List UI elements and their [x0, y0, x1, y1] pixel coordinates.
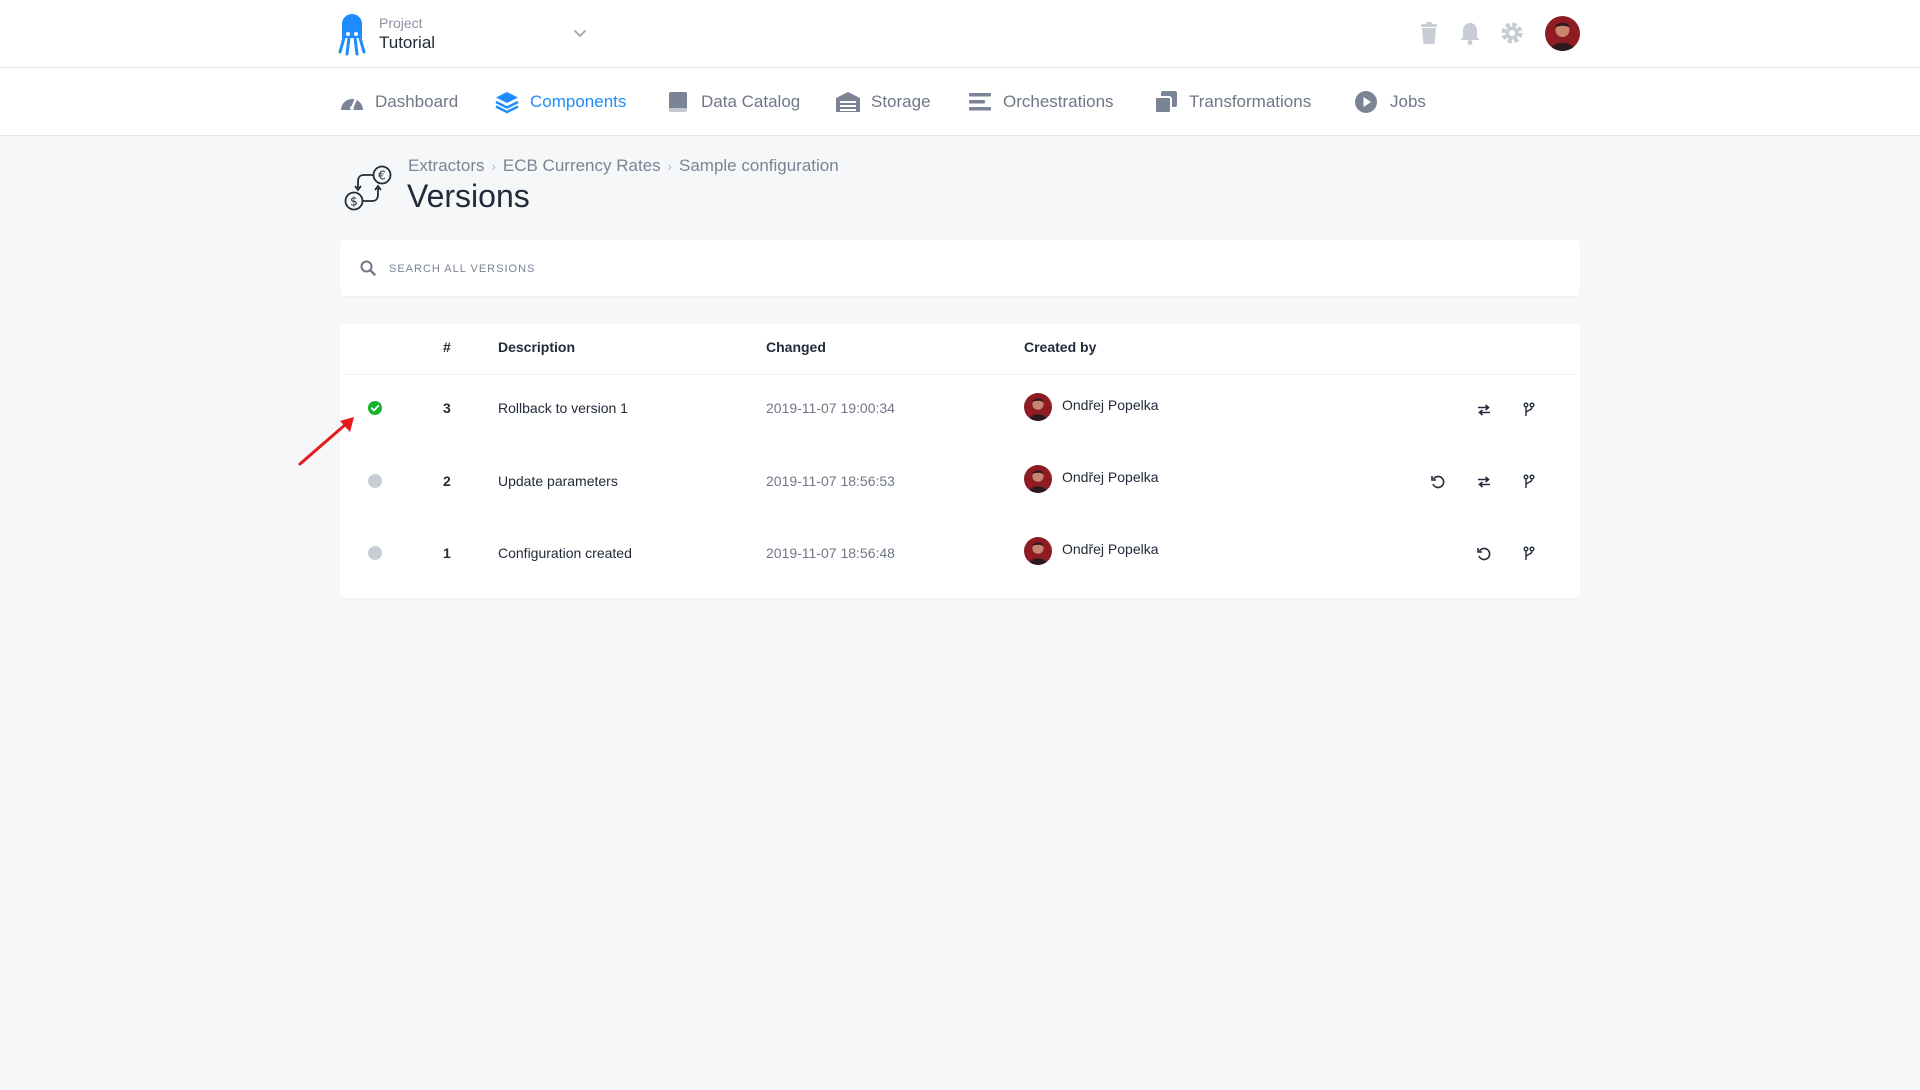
layers-icon [495, 92, 519, 114]
search-input[interactable] [387, 254, 1541, 284]
column-header-description: Description [498, 339, 576, 355]
main-navigation [0, 68, 1920, 136]
column-header-number: # [443, 339, 451, 355]
gear-icon[interactable] [1499, 20, 1525, 46]
nav-storage-label: Storage [871, 92, 931, 111]
play-circle-icon [1355, 91, 1377, 113]
keboola-logo-icon[interactable] [338, 12, 366, 56]
warehouse-icon [836, 92, 860, 112]
column-header-changed: Changed [766, 339, 826, 355]
nav-dashboard-label: Dashboard [375, 92, 459, 111]
breadcrumb-ecb-currency-rates[interactable]: ECB Currency Rates [503, 156, 661, 176]
breadcrumb-sample-configuration[interactable]: Sample configuration [679, 156, 839, 176]
avatar [1024, 465, 1052, 493]
version-description: Configuration created [498, 545, 632, 561]
user-avatar[interactable] [1545, 16, 1580, 51]
bars-icon [969, 93, 991, 111]
nav-data-catalog-label: Data Catalog [701, 92, 801, 111]
project-name[interactable]: Tutorial [379, 33, 435, 53]
version-number: 2 [443, 473, 451, 489]
version-author: Ondřej Popelka [1062, 397, 1159, 413]
svg-text:$: $ [350, 195, 358, 209]
version-changed: 2019-11-07 18:56:53 [766, 473, 895, 489]
compare-icon[interactable] [1476, 402, 1492, 418]
nav-transformations[interactable]: Transformations [1153, 90, 1311, 114]
current-version-check-icon [368, 401, 382, 415]
table-header-divider [345, 374, 1575, 375]
version-author: Ondřej Popelka [1062, 469, 1159, 485]
nav-jobs[interactable]: Jobs [1354, 90, 1426, 114]
branch-icon[interactable] [1521, 546, 1537, 562]
compare-icon[interactable] [1476, 474, 1492, 490]
page-title: Versions [407, 178, 530, 214]
search-box [340, 240, 1580, 296]
version-changed: 2019-11-07 19:00:34 [766, 400, 895, 416]
nav-orchestrations-label: Orchestrations [1003, 92, 1114, 111]
version-changed: 2019-11-07 18:56:48 [766, 545, 895, 561]
breadcrumb: Extractors › ECB Currency Rates › Sample… [408, 156, 839, 176]
annotation-arrow-icon [298, 417, 354, 466]
version-description: Update parameters [498, 473, 618, 489]
nav-jobs-label: Jobs [1390, 92, 1426, 111]
avatar [1024, 393, 1052, 421]
search-icon [360, 260, 376, 276]
dashboard-icon [341, 97, 363, 110]
version-description: Rollback to version 1 [498, 400, 628, 416]
nav-data-catalog[interactable]: Data Catalog [665, 90, 800, 114]
nav-components-label: Components [530, 92, 627, 111]
trash-icon[interactable] [1416, 20, 1442, 46]
project-label: Project [379, 15, 423, 31]
chevron-right-icon: › [667, 158, 672, 174]
nav-storage[interactable]: Storage [835, 90, 931, 114]
currency-exchange-icon: € $ [344, 165, 392, 211]
chevron-down-icon[interactable] [572, 25, 588, 41]
rollback-icon[interactable] [1430, 474, 1446, 490]
book-icon [669, 92, 687, 112]
column-header-created-by: Created by [1024, 339, 1097, 355]
chevron-right-icon: › [491, 158, 496, 174]
clone-icon [1154, 91, 1177, 114]
branch-icon[interactable] [1521, 474, 1537, 490]
nav-dashboard[interactable]: Dashboard [339, 90, 458, 114]
nav-components[interactable]: Components [494, 90, 626, 114]
bell-icon[interactable] [1457, 20, 1483, 46]
avatar [1024, 537, 1052, 565]
version-number: 3 [443, 400, 451, 416]
nav-transformations-label: Transformations [1189, 92, 1312, 111]
status-indicator [368, 474, 382, 488]
version-author: Ondřej Popelka [1062, 541, 1159, 557]
rollback-icon[interactable] [1476, 546, 1492, 562]
top-bar [0, 0, 1920, 68]
version-number: 1 [443, 545, 451, 561]
nav-orchestrations[interactable]: Orchestrations [967, 90, 1114, 114]
breadcrumb-extractors[interactable]: Extractors [408, 156, 485, 176]
svg-text:€: € [378, 169, 386, 183]
status-indicator [368, 546, 382, 560]
branch-icon[interactable] [1521, 402, 1537, 418]
